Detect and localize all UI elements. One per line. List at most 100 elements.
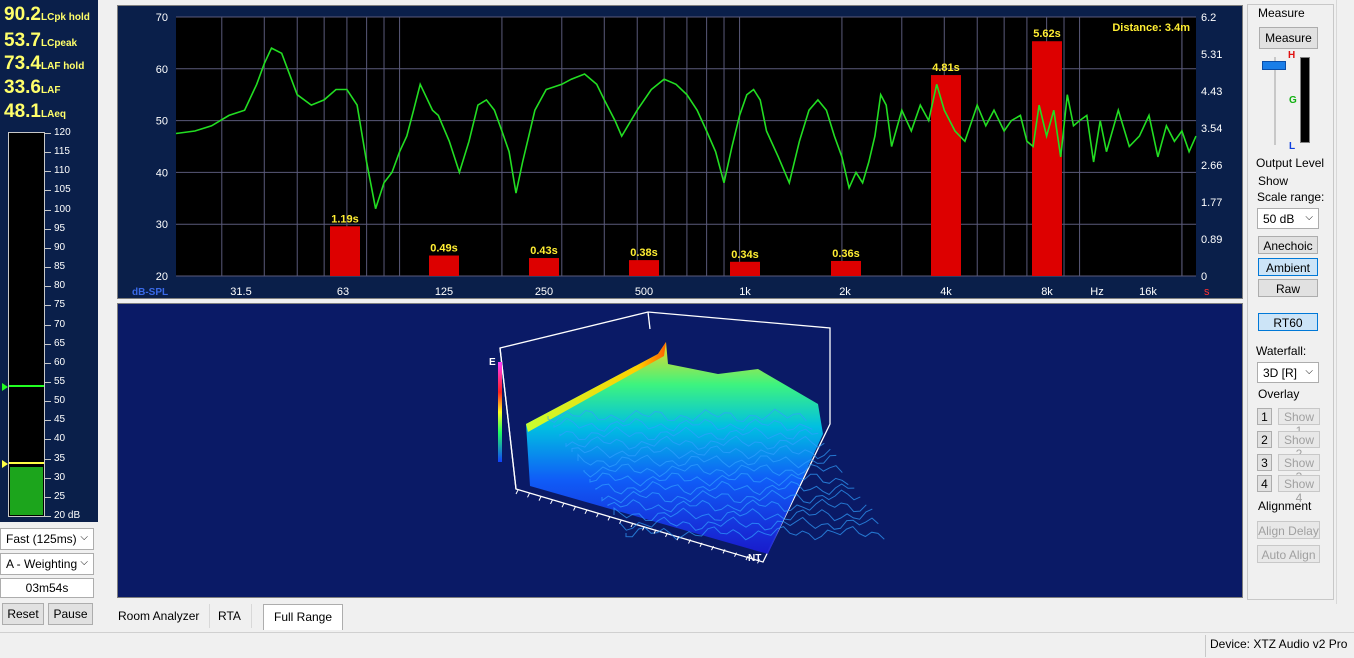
meter-tick-label: 80: [54, 280, 66, 292]
rt60-bar: [931, 75, 961, 276]
meter-tick-mark: [45, 133, 51, 134]
overlay-2-button[interactable]: 2: [1257, 431, 1272, 448]
status-bar: Device: XTZ Audio v2 Pro: [0, 632, 1354, 658]
meter-tick-label: 105: [54, 184, 71, 196]
anechoic-button[interactable]: Anechoic: [1258, 236, 1318, 254]
y2-tick-label: 6.2: [1201, 12, 1216, 24]
side-controls-panel: Measure Measure H G L Output Level Show …: [1247, 4, 1334, 600]
pause-button[interactable]: Pause: [48, 603, 93, 625]
waterfall-surface: E NT: [489, 311, 885, 564]
waterfall-axis-tick: [550, 499, 553, 505]
align-delay-button[interactable]: Align Delay: [1257, 521, 1320, 539]
meter-tick-label: 45: [54, 414, 66, 426]
meter-tick-mark: [45, 381, 51, 383]
rt60-bar-label: 0.34s: [731, 249, 759, 261]
chevron-down-icon: ⌵: [1305, 212, 1313, 223]
weighting-select[interactable]: A - Weighting ⌵: [0, 553, 94, 575]
tab-room-analyzer[interactable]: Room Analyzer: [108, 604, 211, 628]
output-level-slider[interactable]: [1262, 57, 1288, 147]
y2-tick-label: 4.43: [1201, 86, 1222, 98]
overlay-show-3-button[interactable]: Show 3: [1278, 454, 1320, 484]
meter-tick-label: 75: [54, 299, 66, 311]
overlay-show-4-button[interactable]: Show 4: [1278, 475, 1320, 505]
output-level-meter: [1300, 57, 1310, 143]
rt60-bar-label: 4.81s: [932, 62, 960, 74]
overlay-3-button[interactable]: 3: [1257, 454, 1272, 471]
ambient-button[interactable]: Ambient: [1258, 258, 1318, 276]
y2-tick-label: 0: [1201, 271, 1207, 283]
level-bar: [8, 132, 45, 517]
level-fill: [10, 466, 43, 515]
meter-tick-label: 110: [54, 165, 70, 177]
speed-select[interactable]: Fast (125ms) ⌵: [0, 528, 94, 550]
x-tick-label: 1k: [739, 286, 751, 298]
peak-hold-line: [9, 384, 44, 387]
distance-label: Distance: 3.4m: [1112, 22, 1190, 34]
measure-section-label: Measure: [1258, 6, 1305, 20]
measure-button[interactable]: Measure: [1259, 27, 1318, 49]
waterfall-nt-label: NT: [748, 553, 761, 564]
meter-tick-label: 40: [54, 433, 66, 445]
overlay-show-1-button[interactable]: Show 1: [1278, 408, 1320, 438]
waterfall-axis-tick: [573, 506, 576, 511]
rt60-bar: [429, 255, 459, 276]
meter-tick-mark: [45, 324, 51, 326]
elapsed-timer: 03m54s: [0, 578, 94, 598]
meter-tick-label: 60: [54, 356, 66, 368]
meter-tick-mark: [45, 152, 51, 154]
rt60-bar: [1032, 41, 1062, 276]
x-tick-label: 31.5: [230, 286, 251, 298]
waterfall-mode-select[interactable]: 3D [R] ⌵: [1257, 362, 1319, 383]
rt60-bar: [831, 260, 861, 276]
meter-tick-mark: [45, 401, 51, 403]
x-tick-label: 8k: [1041, 286, 1053, 298]
vertical-scrollbar[interactable]: [1336, 0, 1354, 604]
rt60-bar-label: 0.49s: [430, 243, 458, 255]
overlay-4-button[interactable]: 4: [1257, 475, 1272, 492]
meter-tick-label: 95: [54, 222, 66, 234]
waterfall-axis-tick: [515, 489, 519, 495]
tab-rta[interactable]: RTA: [208, 604, 252, 628]
x-tick-label: 4k: [940, 286, 952, 298]
x-tick-label: 2k: [839, 286, 851, 298]
chevron-down-icon: ⌵: [1305, 366, 1313, 377]
y-tick-label: 50: [156, 116, 168, 128]
y-tick-label: 30: [156, 219, 168, 231]
reading-laf-hold: 73.4LAF hold: [4, 53, 85, 74]
meter-tick-mark: [45, 439, 51, 441]
rt60-bar: [330, 226, 360, 276]
level-l-label: L: [1289, 141, 1296, 152]
alignment-section-label: Alignment: [1258, 499, 1312, 513]
rt60-bar-label: 0.38s: [630, 247, 658, 259]
peak-marker-icon: [2, 382, 8, 391]
x-tick-label: 250: [535, 286, 553, 298]
overlay-show-2-button[interactable]: Show 2: [1278, 431, 1320, 461]
reading-lcpeak: 53.7LCpeak: [4, 30, 78, 51]
y-tick-label: 20: [156, 271, 168, 283]
device-status: Device: XTZ Audio v2 Pro: [1210, 637, 1348, 651]
x-tick-label: 500: [635, 286, 653, 298]
y-tick-label: 70: [156, 12, 168, 24]
reset-button[interactable]: Reset: [2, 603, 44, 625]
meter-tick-label: 50: [54, 395, 66, 407]
meter-tick-label: 55: [54, 375, 66, 387]
meter-tick-mark: [45, 305, 51, 307]
meter-tick-label: 65: [54, 337, 66, 349]
overlay-1-button[interactable]: 1: [1257, 408, 1272, 425]
meter-tick-mark: [45, 228, 51, 230]
meter-tick-mark: [45, 209, 51, 211]
x-tick-label: 125: [435, 286, 453, 298]
waterfall-axis-tick: [538, 496, 542, 501]
rt60-button[interactable]: RT60: [1258, 313, 1318, 331]
overlay-section-label: Overlay: [1258, 387, 1300, 401]
scale-range-label: Scale range:: [1257, 190, 1325, 204]
meter-tick-mark: [45, 458, 51, 460]
auto-align-button[interactable]: Auto Align: [1257, 545, 1320, 563]
meter-tick-mark: [45, 247, 51, 249]
raw-button[interactable]: Raw: [1258, 279, 1318, 297]
tab-full-range[interactable]: Full Range: [263, 604, 344, 630]
reading-laf: 33.6LAF: [4, 77, 61, 98]
waterfall-axis-tick: [561, 502, 565, 508]
scale-range-select[interactable]: 50 dB ⌵: [1257, 208, 1319, 229]
slider-thumb[interactable]: [1262, 61, 1286, 70]
